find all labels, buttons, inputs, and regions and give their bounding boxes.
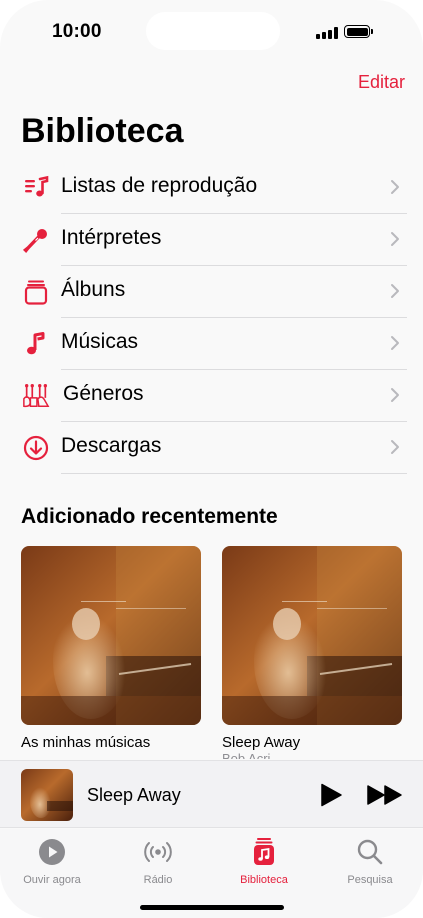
library-item-label: Descargas [61,434,162,457]
album-artist: Bob Acri [222,751,271,759]
music-app-screen: 10:00 Editar Biblioteca Listas de reprod… [0,0,423,918]
chevron-right-icon [391,388,399,402]
album-artwork [21,546,201,725]
play-circle-icon [39,839,65,865]
tab-label: Pesquisa [347,874,393,886]
chevron-right-icon [391,336,399,350]
now-playing-title: Sleep Away [87,785,181,805]
tab-listen-now[interactable]: Ouvir agora [2,837,102,886]
library-item-albums[interactable]: Álbuns [0,266,423,318]
recently-added-title: Adicionado recentemente [21,505,278,528]
library-list: Listas de reprodução Intérpretes Álbuns … [0,162,423,474]
microphone-icon [22,226,50,254]
library-item-label: Géneros [63,382,144,405]
album-card[interactable]: Sleep Away Bob Acri [222,546,402,759]
mini-player[interactable]: Sleep Away [0,760,423,828]
chevron-right-icon [391,440,399,454]
music-note-icon [22,330,50,358]
home-indicator[interactable] [140,905,284,910]
library-item-songs[interactable]: Músicas [0,318,423,370]
dynamic-island [146,12,280,50]
tab-label: Ouvir agora [23,874,81,886]
playlist-icon [22,174,50,202]
library-item-downloads[interactable]: Descargas [0,422,423,474]
library-icon [254,838,274,865]
library-item-artists[interactable]: Intérpretes [0,214,423,266]
album-artwork [222,546,402,725]
search-icon [357,839,383,865]
separator [61,473,407,474]
genres-icon [22,382,50,410]
chevron-right-icon [391,232,399,246]
tab-search[interactable]: Pesquisa [320,837,420,886]
library-item-playlists[interactable]: Listas de reprodução [0,162,423,214]
tab-radio[interactable]: Rádio [108,837,208,886]
tab-label: Rádio [143,874,173,886]
chevron-right-icon [391,180,399,194]
now-playing-artwork [21,769,73,821]
battery-icon [344,25,373,38]
status-time: 10:00 [52,21,102,42]
album-icon [22,278,50,306]
page-title: Biblioteca [21,112,184,150]
edit-button[interactable]: Editar [358,72,405,93]
library-item-label: Listas de reprodução [61,174,258,197]
album-title: As minhas músicas [21,734,151,751]
library-item-label: Álbuns [61,278,126,301]
fast-forward-button[interactable] [366,783,404,807]
tab-label: Biblioteca [240,874,288,886]
tab-library[interactable]: Biblioteca [214,837,314,886]
library-item-label: Músicas [61,330,139,353]
status-bar: 10:00 [0,0,423,60]
cellular-signal-icon [316,27,338,39]
library-item-label: Intérpretes [61,226,162,249]
album-title: Sleep Away [222,734,301,751]
library-item-genres[interactable]: Géneros [0,370,423,422]
play-button[interactable] [318,782,344,808]
radio-icon [144,842,172,862]
album-card[interactable]: As minhas músicas [21,546,201,751]
download-icon [22,434,50,462]
chevron-right-icon [391,284,399,298]
